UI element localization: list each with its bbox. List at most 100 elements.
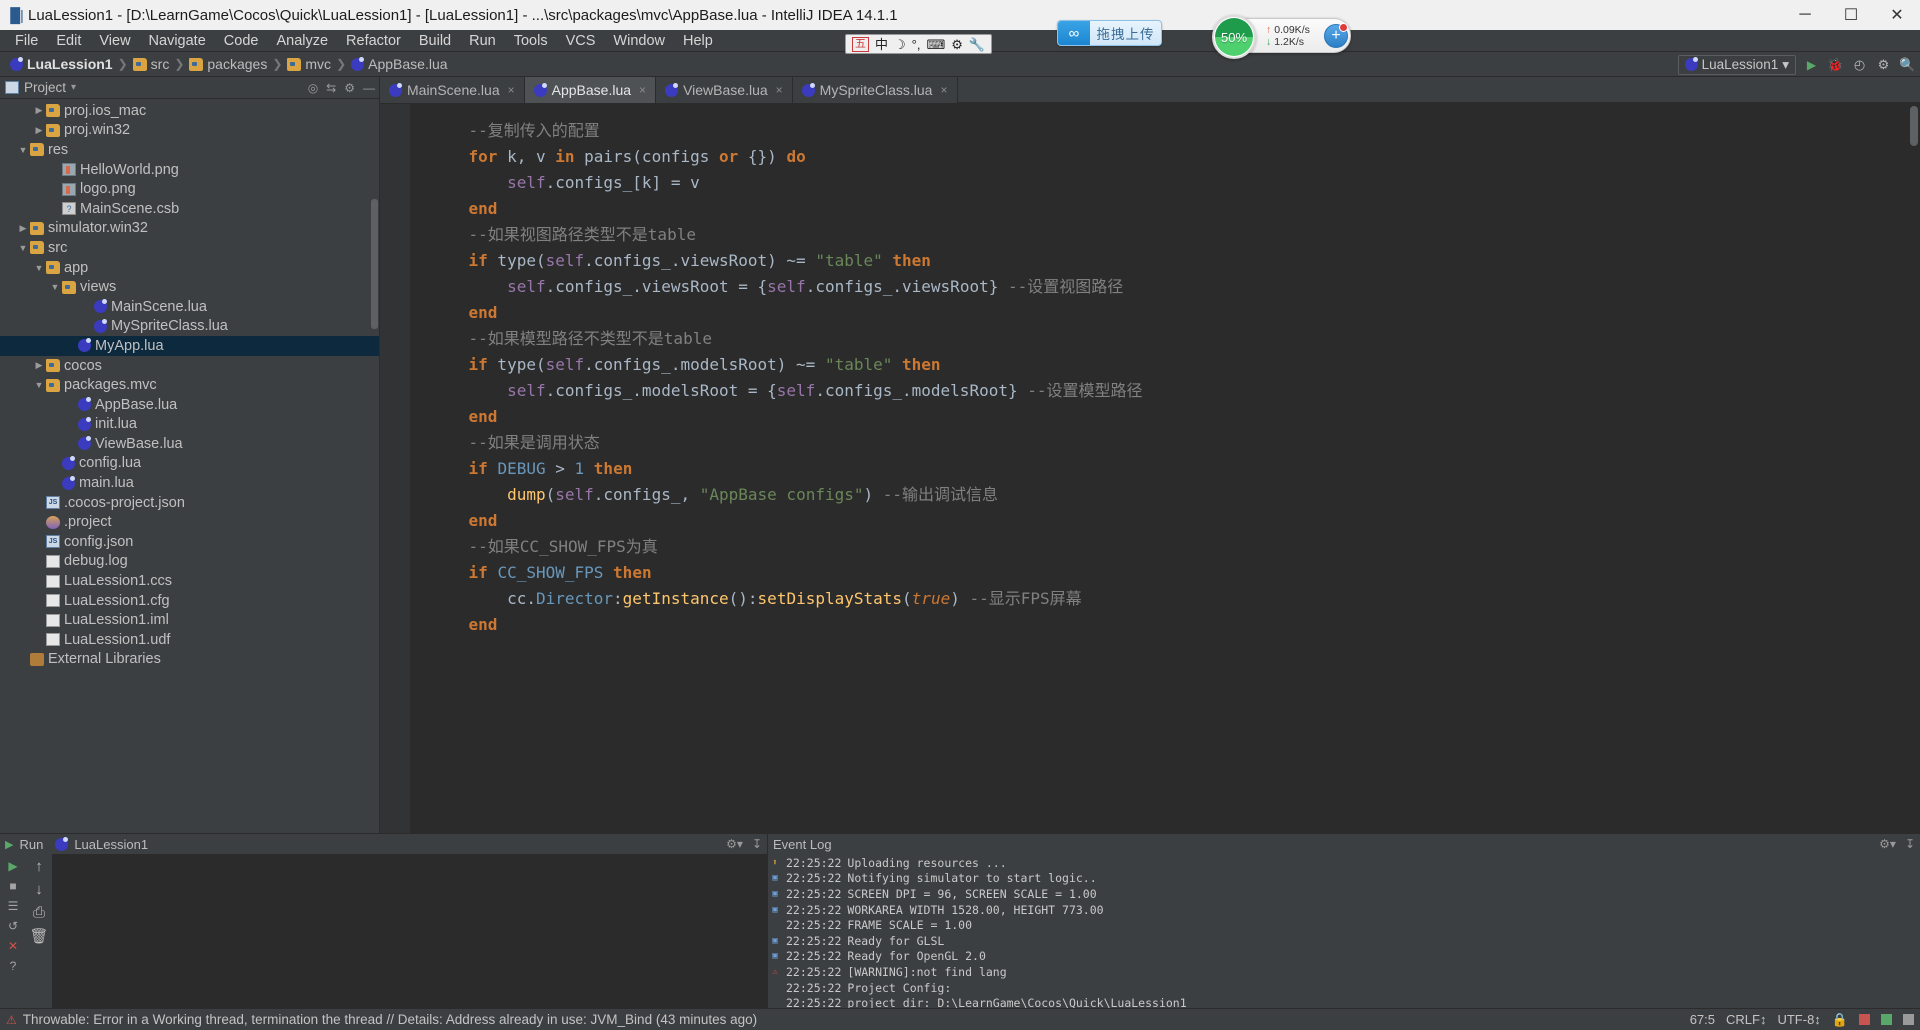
twisty-collapsed-icon[interactable]: ▶: [16, 223, 30, 234]
ime-toolbox-icon[interactable]: ⚙: [951, 38, 963, 51]
hide-icon[interactable]: —: [363, 81, 375, 95]
close-tab-icon[interactable]: ×: [508, 83, 515, 97]
breadcrumb-item-file[interactable]: AppBase.lua: [347, 56, 451, 72]
tree-node[interactable]: AppBase.lua: [0, 395, 379, 415]
twisty-expanded-icon[interactable]: ▼: [32, 263, 46, 273]
breadcrumb-item-project[interactable]: LuaLession1: [6, 56, 117, 72]
menu-item-edit[interactable]: Edit: [47, 32, 90, 50]
close-tab-icon[interactable]: ×: [940, 83, 947, 97]
project-tree[interactable]: ▶ proj.ios_mac ▶ proj.win32 ▼ res HelloWorld.p…: [0, 99, 379, 833]
menu-item-view[interactable]: View: [90, 32, 139, 50]
close-icon[interactable]: ✕: [8, 938, 18, 953]
drag-upload-widget[interactable]: ∞ 拖拽上传: [1057, 20, 1162, 46]
ime-moon-icon[interactable]: ☽: [894, 38, 906, 51]
tree-node[interactable]: ▼ res: [0, 140, 379, 160]
twisty-expanded-icon[interactable]: ▼: [48, 282, 62, 292]
editor-gutter[interactable]: [380, 104, 410, 833]
chevron-down-icon[interactable]: ▾: [71, 82, 76, 93]
maximize-button[interactable]: ☐: [1828, 0, 1874, 30]
menu-item-file[interactable]: File: [6, 32, 47, 50]
event-log-entry[interactable]: 22:25:22 project dir: D:\LearnGame\Cocos\…: [768, 995, 1920, 1008]
wrap-icon[interactable]: ↺: [8, 918, 18, 933]
collapse-all-icon[interactable]: ⇆: [326, 81, 336, 95]
close-tab-icon[interactable]: ×: [639, 83, 646, 97]
run-icon[interactable]: ▶: [1803, 58, 1820, 72]
settings-icon[interactable]: ⚙▾: [1879, 837, 1896, 851]
menu-item-code[interactable]: Code: [215, 32, 268, 50]
editor-tab[interactable]: AppBase.lua ×: [524, 77, 657, 103]
tree-node[interactable]: ▼ app: [0, 258, 379, 278]
tree-node[interactable]: JS .cocos-project.json: [0, 493, 379, 513]
tree-node[interactable]: ▶ proj.win32: [0, 121, 379, 141]
event-log-entries[interactable]: ⬆ 22:25:22 Uploading resources ... ▣ 22:25:2…: [768, 854, 1920, 1008]
editor-tab[interactable]: MySpriteClass.lua ×: [793, 77, 958, 103]
tree-node[interactable]: debug.log: [0, 552, 379, 572]
event-log-entry[interactable]: ▣ 22:25:22 SCREEN DPI = 96, SCREEN SCALE =…: [768, 886, 1920, 902]
settings-icon[interactable]: ⚙: [344, 81, 355, 95]
tree-node[interactable]: HelloWorld.png: [0, 160, 379, 180]
rerun-icon[interactable]: ▶: [8, 858, 17, 873]
run-console-output[interactable]: [52, 854, 767, 1008]
tree-node[interactable]: ▼ packages.mvc: [0, 375, 379, 395]
event-log-entry[interactable]: ▣ 22:25:22 Ready for GLSL: [768, 933, 1920, 949]
menu-item-build[interactable]: Build: [410, 32, 460, 50]
menu-item-navigate[interactable]: Navigate: [140, 32, 215, 50]
tree-node[interactable]: LuaLession1.iml: [0, 610, 379, 630]
tree-node[interactable]: ▼ src: [0, 238, 379, 258]
scroll-down-icon[interactable]: ↓: [35, 881, 43, 898]
debug-icon[interactable]: 🐞: [1827, 57, 1844, 73]
tree-node[interactable]: ▶ simulator.win32: [0, 219, 379, 239]
breadcrumb-item-packages[interactable]: packages: [185, 56, 271, 72]
file-encoding[interactable]: UTF-8↕: [1777, 1012, 1820, 1027]
trash-icon[interactable]: 🗑: [29, 927, 48, 945]
editor-scrollbar[interactable]: [1910, 106, 1918, 146]
twisty-collapsed-icon[interactable]: ▶: [32, 105, 46, 116]
ime-mode-icon[interactable]: 五: [852, 36, 869, 52]
tree-node[interactable]: MainScene.lua: [0, 297, 379, 317]
twisty-expanded-icon[interactable]: ▼: [16, 145, 30, 155]
network-monitor-widget[interactable]: 50% ↑ 0.09K/s ↓ 1.2K/s +: [1212, 15, 1351, 59]
lock-icon[interactable]: 🔒: [1832, 1012, 1848, 1028]
menu-item-analyze[interactable]: Analyze: [267, 32, 337, 50]
tree-node[interactable]: JS config.json: [0, 532, 379, 552]
tree-node[interactable]: ? MainScene.csb: [0, 199, 379, 219]
tree-node[interactable]: LuaLession1.ccs: [0, 571, 379, 591]
tree-node[interactable]: MySpriteClass.lua: [0, 317, 379, 337]
tree-node[interactable]: config.lua: [0, 454, 379, 474]
minimize-button[interactable]: ─: [1782, 0, 1828, 30]
hide-icon[interactable]: ↧: [752, 837, 762, 851]
twisty-expanded-icon[interactable]: ▼: [32, 380, 46, 390]
event-log-entry[interactable]: ▣ 22:25:22 Notifying simulator to start lo…: [768, 871, 1920, 887]
tree-node[interactable]: ▼ views: [0, 277, 379, 297]
editor-tab[interactable]: MainScene.lua ×: [380, 77, 525, 103]
event-log-entry[interactable]: ▣ 22:25:22 Ready for OpenGL 2.0: [768, 949, 1920, 965]
breadcrumb-item-src[interactable]: src: [129, 56, 174, 72]
tree-node[interactable]: .project: [0, 512, 379, 532]
tree-node[interactable]: External Libraries: [0, 650, 379, 670]
tree-node[interactable]: logo.png: [0, 179, 379, 199]
caret-position[interactable]: 67:5: [1690, 1012, 1715, 1027]
settings-icon[interactable]: ⚙: [1875, 57, 1892, 73]
twisty-expanded-icon[interactable]: ▼: [16, 243, 30, 253]
tree-node[interactable]: ViewBase.lua: [0, 434, 379, 454]
menu-item-refactor[interactable]: Refactor: [337, 32, 410, 50]
ime-language-icon[interactable]: 中: [875, 38, 888, 51]
scroll-up-icon[interactable]: ↑: [35, 858, 43, 875]
close-tab-icon[interactable]: ×: [776, 83, 783, 97]
ime-punctuation-icon[interactable]: °,: [912, 38, 921, 51]
tree-node[interactable]: main.lua: [0, 473, 379, 493]
tree-node[interactable]: init.lua: [0, 415, 379, 435]
target-icon[interactable]: ◎: [308, 81, 318, 95]
tree-node[interactable]: LuaLession1.cfg: [0, 591, 379, 611]
ime-wrench-icon[interactable]: 🔧: [969, 38, 985, 51]
twisty-collapsed-icon[interactable]: ▶: [32, 360, 46, 371]
help-icon[interactable]: ?: [10, 958, 17, 973]
event-log-entry[interactable]: ▣ 22:25:22 WORKAREA WIDTH 1528.00, HEIGHT …: [768, 902, 1920, 918]
add-widget-button[interactable]: +: [1324, 23, 1348, 48]
run-configuration-selector[interactable]: LuaLession1 ▾: [1677, 54, 1796, 75]
indicator-green[interactable]: [1881, 1014, 1892, 1025]
menu-item-vcs[interactable]: VCS: [557, 32, 605, 50]
search-icon[interactable]: 🔍: [1899, 57, 1916, 73]
coverage-icon[interactable]: ◴: [1851, 57, 1868, 73]
settings-icon[interactable]: ⚙▾: [726, 837, 743, 851]
